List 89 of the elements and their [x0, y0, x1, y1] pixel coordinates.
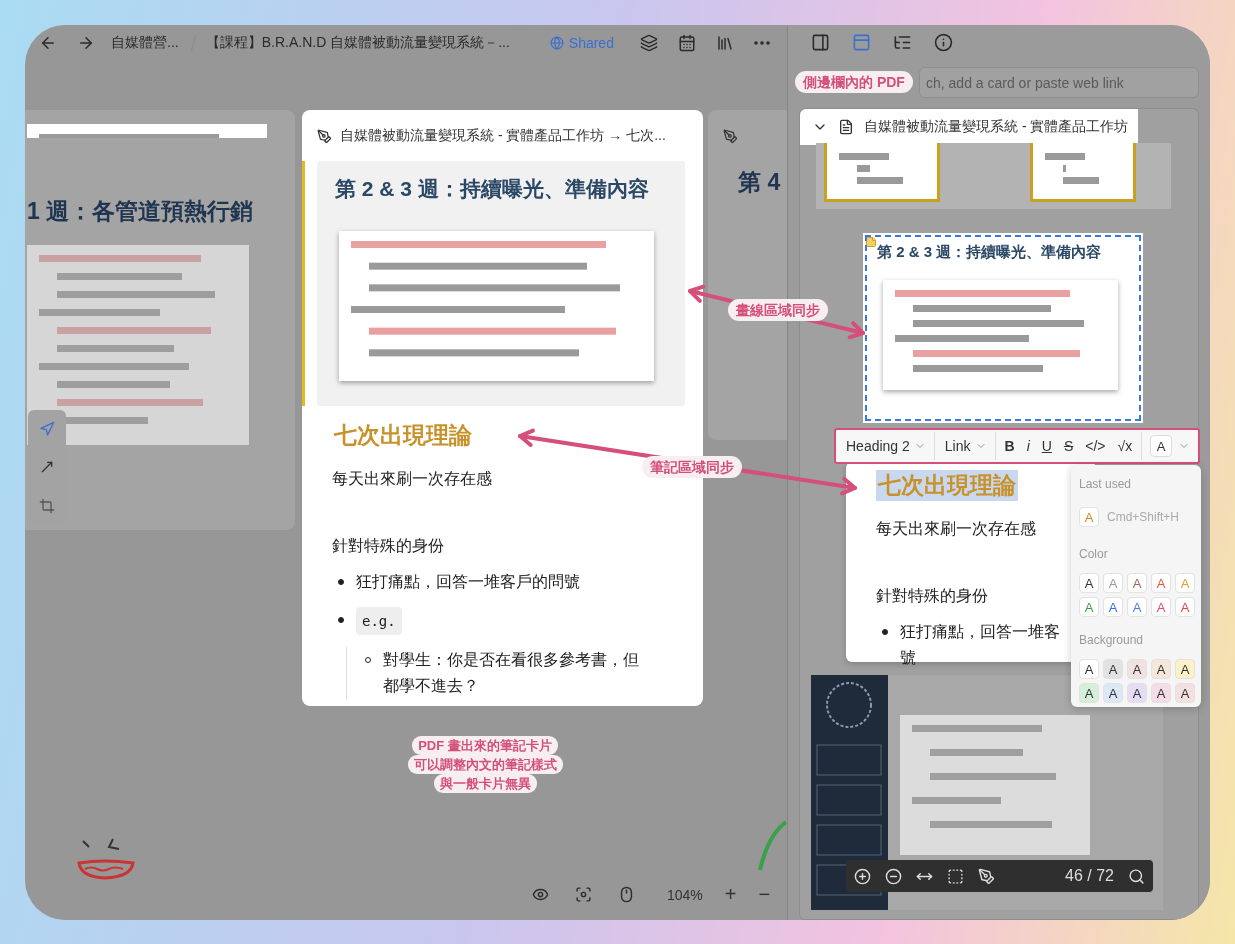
pdf-title: 自媒體被動流量變現系統 - 實體產品工作坊 — [864, 118, 1129, 136]
annotation-label: 筆記區域同步 — [642, 456, 742, 478]
highlight-swatch[interactable]: A — [1103, 683, 1123, 703]
text-color-swatch[interactable]: A — [1127, 597, 1147, 617]
annotation-caption: 與一般卡片無異 — [433, 774, 537, 793]
focus-button[interactable] — [573, 884, 594, 905]
pdf-heading: 第 2 & 3 週：持續曝光、準備內容 — [335, 176, 650, 202]
menu-section-title: Color — [1079, 547, 1109, 561]
menu-section-title: Background — [1079, 633, 1145, 647]
highlight-swatch[interactable]: A — [1175, 659, 1195, 679]
breadcrumb-link[interactable]: 【課程】B.R.A.N.D 自媒體被動流量變現系統－... — [205, 34, 510, 52]
underline-button[interactable]: U — [1038, 438, 1055, 454]
text-color-swatch[interactable]: A — [1175, 597, 1195, 617]
crop-icon[interactable] — [39, 497, 55, 514]
math-button[interactable]: √x — [1114, 438, 1136, 454]
highlight-swatch[interactable]: A — [1175, 683, 1195, 703]
text-color-swatch[interactable]: A — [1127, 573, 1147, 593]
zoom-out-icon[interactable] — [885, 867, 902, 885]
breadcrumb-link[interactable]: 自媒體營... — [111, 34, 179, 52]
highlight-swatch[interactable]: A — [1079, 683, 1099, 703]
cards-icon — [852, 32, 871, 52]
note-paragraph: 針對特殊的身份 — [332, 536, 445, 556]
zoom-in-button[interactable]: + — [724, 883, 737, 906]
link-dropdown[interactable]: Link — [940, 432, 996, 460]
globe-icon — [549, 36, 564, 50]
text-color-swatch[interactable]: A — [1151, 573, 1171, 593]
zoom-out-button[interactable]: − — [758, 883, 771, 906]
highlight-swatch[interactable]: A — [1079, 659, 1099, 679]
pen-circle-icon — [317, 128, 332, 144]
bullet-icon — [882, 629, 888, 635]
note-paragraph: 針對特殊的身份 — [876, 586, 989, 606]
annotation-label: 畫線區域同步 — [728, 299, 828, 321]
layers-icon — [639, 34, 658, 52]
menu-section-title: Last used — [1079, 477, 1133, 491]
pen-circle-icon — [723, 128, 738, 144]
bullet-text: 號 — [900, 648, 917, 668]
annotation-caption: 可以調整內文的筆記樣式 — [407, 755, 563, 774]
annotation-label: 側邊欄內的 PDF — [795, 71, 913, 93]
info-icon — [934, 32, 953, 52]
panel-icon — [811, 32, 830, 52]
bullet-text: 狂打痛點，回答一堆客戶的問號 — [356, 572, 580, 592]
inline-code: e.g. — [356, 607, 402, 635]
pdf-file-icon — [838, 119, 854, 135]
bullet-icon — [338, 579, 344, 585]
annotation-caption: PDF 畫出來的筆記卡片 — [412, 736, 558, 755]
block-type-dropdown[interactable]: Heading 2 — [842, 432, 935, 460]
eye-icon — [532, 886, 549, 903]
bullet-text: 對學生：你是否在看很多參考書，但都學不進去？ — [383, 650, 640, 696]
note-paragraph: 每天出來刷一次存在感 — [332, 469, 493, 489]
search-icon[interactable] — [1128, 867, 1145, 885]
text-color-swatch[interactable]: A — [1079, 597, 1099, 617]
highlight-swatch[interactable]: A — [1103, 659, 1123, 679]
area-select-icon[interactable] — [947, 867, 964, 885]
slide-heading: 第 4 — [738, 168, 782, 197]
highlight-swatch[interactable]: A — [1127, 683, 1147, 703]
zoom-level: 104% — [667, 886, 703, 903]
text-color-swatch[interactable]: A — [1103, 597, 1123, 617]
focus-icon — [575, 886, 592, 903]
slide-heading: 1 週：各管道預熱行銷 — [27, 197, 255, 226]
more-icon — [753, 41, 770, 45]
bold-button[interactable]: B — [1001, 438, 1018, 454]
zoom-in-icon[interactable] — [854, 867, 871, 885]
arrow-right-icon — [77, 34, 95, 52]
pen-icon[interactable] — [978, 867, 995, 885]
search-field[interactable]: ch, add a card or paste web link — [919, 67, 1199, 98]
more-button[interactable] — [751, 39, 772, 47]
smiley-doodle-drawing — [75, 837, 137, 881]
text-color-button[interactable]: A — [1141, 432, 1191, 460]
highlight-swatch[interactable]: A — [1151, 683, 1171, 703]
books-icon — [715, 34, 734, 52]
note-paragraph: 每天出來刷一次存在感 — [876, 519, 1037, 539]
text-color-swatch[interactable]: A — [1151, 597, 1171, 617]
code-button[interactable]: </> — [1082, 438, 1109, 454]
calendar-icon — [677, 34, 696, 52]
pdf-heading: 第 2 & 3 週：持續曝光、準備內容 — [877, 243, 1103, 262]
note-icon — [865, 236, 877, 248]
page-indicator: 46 / 72 — [1065, 867, 1114, 885]
bullet-icon — [338, 617, 344, 623]
strike-button[interactable]: S — [1060, 438, 1077, 454]
text-color-swatch[interactable]: A — [1079, 573, 1099, 593]
card-source-title[interactable]: 自媒體被動流量變現系統 - 實體產品工作坊 → 七次... — [340, 127, 666, 145]
note-heading: 七次出現理論 — [333, 421, 473, 450]
highlight-swatch[interactable]: A — [1151, 659, 1171, 679]
italic-button[interactable]: i — [1023, 438, 1033, 454]
shortcut-hint: Cmd+Shift+H — [1107, 510, 1180, 524]
highlight-swatch[interactable]: A — [1127, 659, 1147, 679]
mouse-icon — [618, 886, 635, 903]
bullet-text: 狂打痛點，回答一堆客 — [900, 622, 1060, 642]
pen-stroke-drawing — [758, 820, 787, 872]
